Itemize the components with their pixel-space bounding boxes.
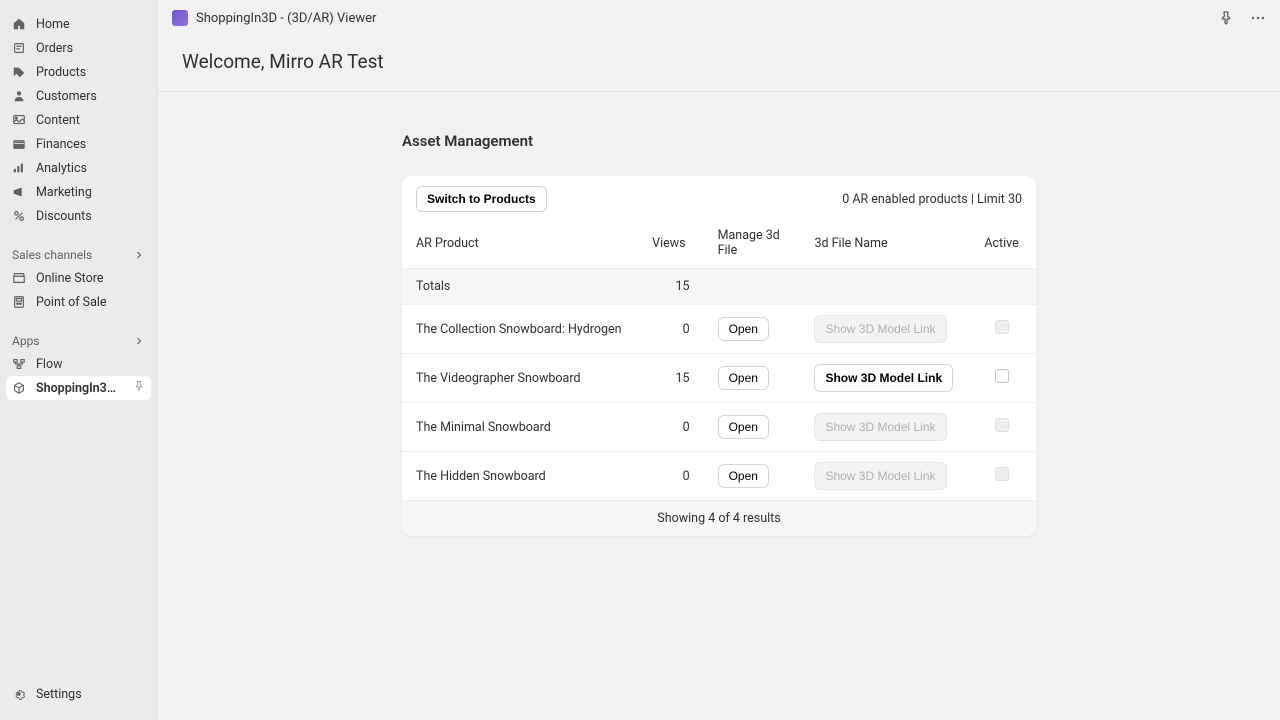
sidebar-item-label: Orders — [36, 41, 145, 56]
sidebar-item-label: Analytics — [36, 161, 145, 176]
products-icon — [12, 65, 26, 79]
sidebar-item-products[interactable]: Products — [0, 60, 157, 84]
marketing-icon — [12, 185, 26, 199]
gear-icon — [12, 687, 26, 701]
sidebar-item-settings[interactable]: Settings — [0, 682, 157, 706]
sidebar: Home Orders Products Customers Content Financ… — [0, 0, 158, 720]
active-checkbox — [995, 467, 1009, 481]
home-icon — [12, 17, 26, 31]
sidebar-item-content[interactable]: Content — [0, 108, 157, 132]
main-content: ShoppingIn3D - (3D/AR) Viewer Welcome, M… — [158, 0, 1280, 720]
welcome-heading: Welcome, Mirro AR Test — [158, 36, 1280, 92]
sidebar-item-orders[interactable]: Orders — [0, 36, 157, 60]
sidebar-item-label: Content — [36, 113, 145, 128]
sidebar-item-marketing[interactable]: Marketing — [0, 180, 157, 204]
show-3d-link-button: Show 3D Model Link — [814, 315, 946, 343]
show-3d-link-button: Show 3D Model Link — [814, 462, 946, 490]
asset-table: AR Product Views Manage 3d File 3d File … — [402, 220, 1036, 501]
sidebar-item-label: Online Store — [36, 271, 145, 286]
chevron-right-icon — [133, 249, 145, 261]
sidebar-item-point-of-sale[interactable]: Point of Sale — [0, 290, 157, 314]
product-name: The Videographer Snowboard — [402, 354, 638, 403]
views-value: 15 — [638, 354, 703, 403]
product-name: The Hidden Snowboard — [402, 452, 638, 501]
section-title: Asset Management — [402, 132, 1036, 150]
more-icon[interactable] — [1250, 10, 1266, 26]
discounts-icon — [12, 209, 26, 223]
show-3d-link-button[interactable]: Show 3D Model Link — [814, 364, 953, 392]
apps-label: Apps — [12, 334, 40, 348]
sidebar-item-label: Discounts — [36, 209, 145, 224]
sidebar-item-label: Home — [36, 17, 145, 32]
show-3d-link-button: Show 3D Model Link — [814, 413, 946, 441]
page-title: ShoppingIn3D - (3D/AR) Viewer — [196, 11, 1202, 26]
orders-icon — [12, 41, 26, 55]
sidebar-item-label: Products — [36, 65, 145, 80]
sidebar-item-customers[interactable]: Customers — [0, 84, 157, 108]
totals-row: Totals 15 — [402, 269, 1036, 305]
views-value: 0 — [638, 403, 703, 452]
app-icon — [172, 10, 188, 26]
totals-views: 15 — [638, 269, 703, 305]
col-active: Active — [967, 220, 1036, 269]
active-checkbox — [995, 418, 1009, 432]
sidebar-item-label: Point of Sale — [36, 295, 145, 310]
active-checkbox — [995, 320, 1009, 334]
col-views: Views — [638, 220, 703, 269]
totals-label: Totals — [402, 269, 638, 305]
product-name: The Minimal Snowboard — [402, 403, 638, 452]
open-button[interactable]: Open — [718, 317, 769, 341]
sales-channels-header[interactable]: Sales channels — [0, 242, 157, 266]
sidebar-item-label: Finances — [36, 137, 145, 152]
table-row: The Collection Snowboard: Hydrogen0 Open S… — [402, 305, 1036, 354]
col-product: AR Product — [402, 220, 638, 269]
content-icon — [12, 113, 26, 127]
apps-header[interactable]: Apps — [0, 328, 157, 352]
sidebar-item-shoppingin3d-3d-a-[interactable]: ShoppingIn3D - (3D/A... — [6, 376, 151, 400]
sidebar-item-online-store[interactable]: Online Store — [0, 266, 157, 290]
sidebar-item-flow[interactable]: Flow — [0, 352, 157, 376]
pos-icon — [12, 295, 26, 309]
sales-channels-label: Sales channels — [12, 248, 92, 262]
product-name: The Collection Snowboard: Hydrogen — [402, 305, 638, 354]
sidebar-item-analytics[interactable]: Analytics — [0, 156, 157, 180]
sidebar-item-label: Marketing — [36, 185, 145, 200]
switch-to-products-button[interactable]: Switch to Products — [416, 186, 547, 212]
asset-card: Switch to Products 0 AR enabled products… — [402, 176, 1036, 536]
sidebar-item-label: Flow — [36, 357, 145, 372]
settings-label: Settings — [36, 687, 145, 702]
col-filename: 3d File Name — [800, 220, 967, 269]
table-row: The Hidden Snowboard0 Open Show 3D Model L… — [402, 452, 1036, 501]
limit-text: 0 AR enabled products | Limit 30 — [842, 192, 1022, 207]
table-row: The Minimal Snowboard0 Open Show 3D Model … — [402, 403, 1036, 452]
flow-icon — [12, 357, 26, 371]
open-button[interactable]: Open — [718, 415, 769, 439]
pin-icon[interactable] — [133, 380, 145, 396]
topbar: ShoppingIn3D - (3D/AR) Viewer — [158, 0, 1280, 36]
sidebar-item-label: ShoppingIn3D - (3D/A... — [36, 381, 123, 396]
customers-icon — [12, 89, 26, 103]
views-value: 0 — [638, 305, 703, 354]
pagination-text: Showing 4 of 4 results — [402, 501, 1036, 536]
analytics-icon — [12, 161, 26, 175]
table-row: The Videographer Snowboard15 Open Show 3D … — [402, 354, 1036, 403]
col-manage: Manage 3d File — [704, 220, 801, 269]
open-button[interactable]: Open — [718, 366, 769, 390]
sidebar-item-label: Customers — [36, 89, 145, 104]
views-value: 0 — [638, 452, 703, 501]
store-icon — [12, 271, 26, 285]
sidebar-item-home[interactable]: Home — [0, 12, 157, 36]
active-checkbox[interactable] — [995, 369, 1009, 383]
chevron-right-icon — [133, 335, 145, 347]
finances-icon — [12, 137, 26, 151]
box3d-icon — [12, 381, 26, 395]
pin-icon[interactable] — [1218, 10, 1234, 26]
sidebar-item-discounts[interactable]: Discounts — [0, 204, 157, 228]
sidebar-item-finances[interactable]: Finances — [0, 132, 157, 156]
open-button[interactable]: Open — [718, 464, 769, 488]
